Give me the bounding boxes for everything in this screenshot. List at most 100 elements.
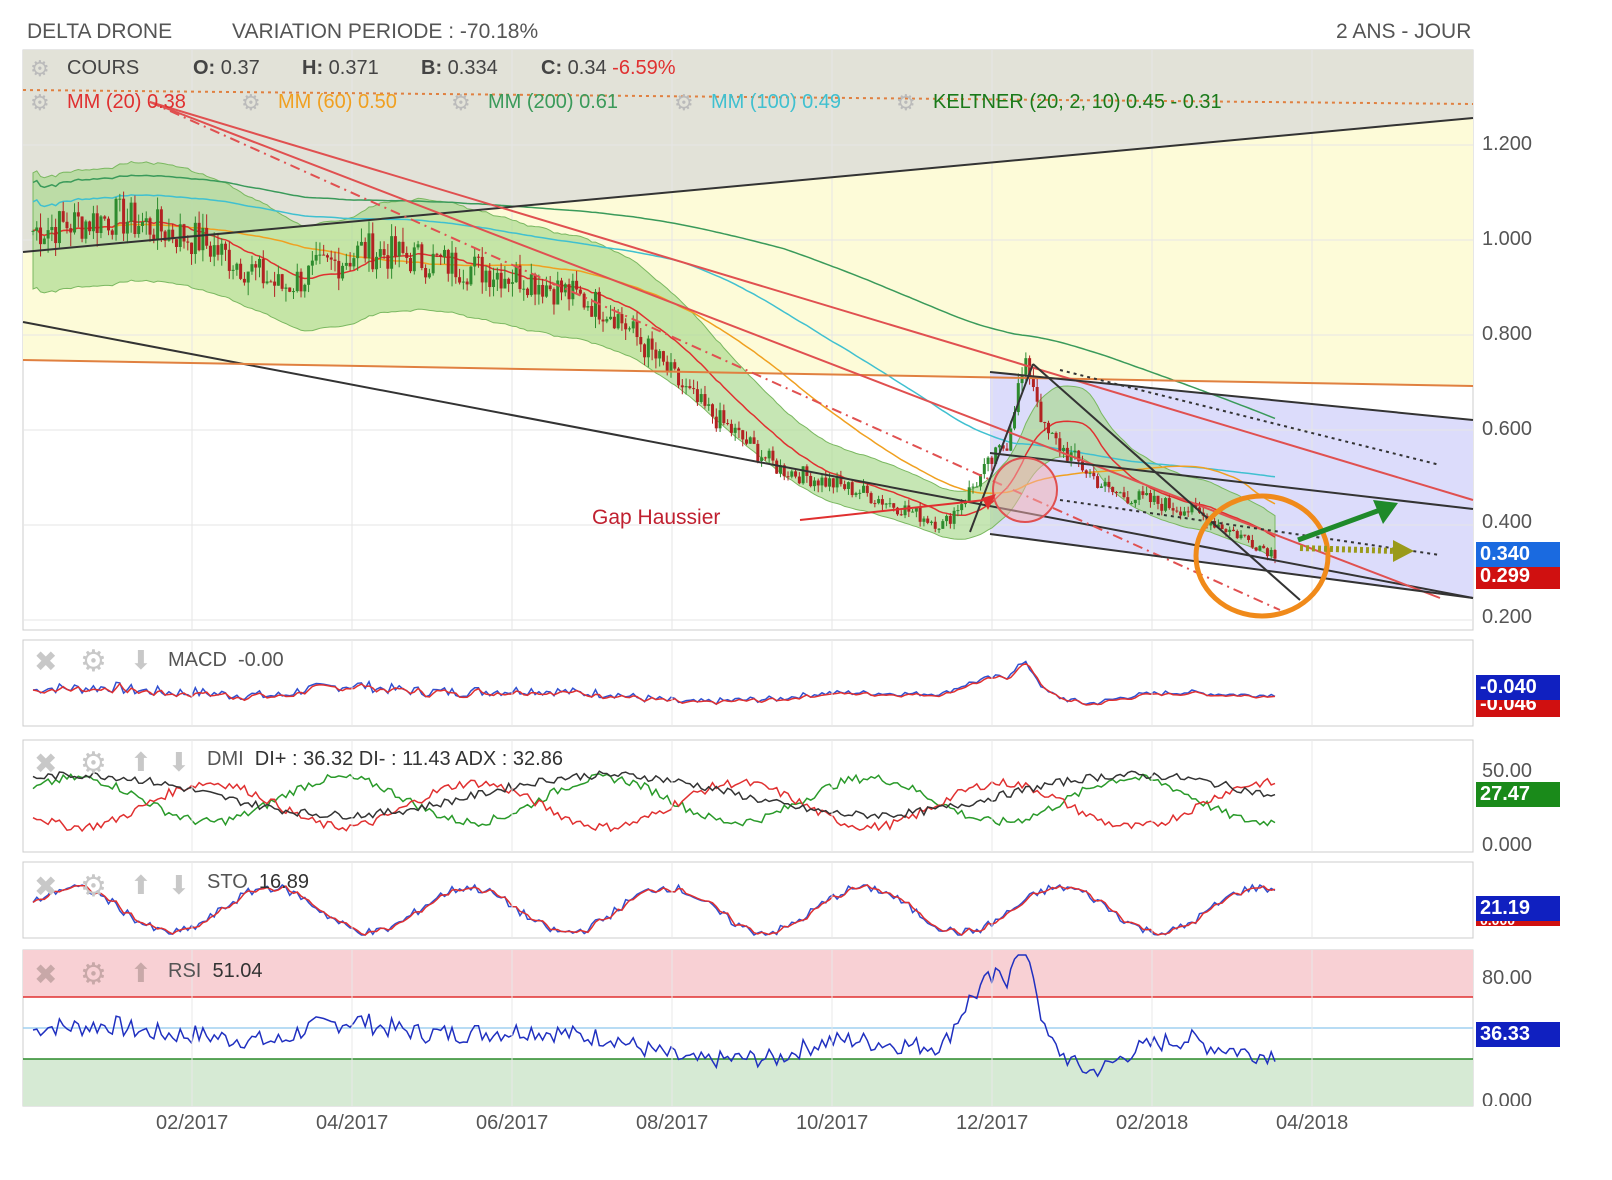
mm20-label: MM (20) 0.38 xyxy=(67,91,186,113)
candle-body xyxy=(986,457,990,465)
candle-body xyxy=(790,471,794,477)
candle-body xyxy=(952,510,956,524)
settings-gear-icon[interactable]: ⚙ xyxy=(80,957,107,992)
move-down-icon[interactable]: ⬇ xyxy=(168,870,190,901)
candle-body xyxy=(639,337,643,345)
candle-body xyxy=(729,423,733,433)
cours-gear-icon[interactable]: ⚙ xyxy=(30,56,50,82)
candle-body xyxy=(877,499,881,504)
candle-body xyxy=(760,457,764,462)
candle-body xyxy=(967,487,971,502)
candle-body xyxy=(544,285,548,297)
candle-body xyxy=(1175,510,1179,512)
x-tick-label: 02/2018 xyxy=(1116,1112,1189,1134)
candle-body xyxy=(997,445,1001,448)
mm100-gear-icon[interactable]: ⚙ xyxy=(674,90,694,116)
candle-body xyxy=(865,485,869,494)
candle-body xyxy=(91,213,95,232)
candle-body xyxy=(631,321,635,329)
move-up-icon[interactable]: ⬆ xyxy=(130,958,152,989)
period-selector[interactable]: 2 ANS - JOUR xyxy=(1336,20,1471,44)
candle-body xyxy=(948,515,952,524)
candle-body xyxy=(284,287,288,289)
candle-body xyxy=(658,351,662,359)
candle-body xyxy=(344,262,348,266)
close-icon[interactable]: ✖ xyxy=(34,747,57,780)
candle-body xyxy=(1273,549,1277,559)
candle-body xyxy=(118,198,122,200)
candle-body xyxy=(333,259,337,261)
candle-body xyxy=(265,281,269,284)
candle-body xyxy=(359,241,363,246)
candle-body xyxy=(695,389,699,402)
candle-body xyxy=(431,253,435,274)
x-tick-label: 02/2017 xyxy=(156,1112,229,1134)
candle-body xyxy=(835,477,839,488)
close-icon[interactable]: ✖ xyxy=(34,870,57,903)
candle-body xyxy=(159,209,163,232)
candle-body xyxy=(412,247,416,272)
settings-gear-icon[interactable]: ⚙ xyxy=(80,644,107,679)
move-down-icon[interactable]: ⬇ xyxy=(168,747,190,778)
candle-body xyxy=(756,443,760,462)
candle-body xyxy=(122,198,126,234)
move-up-icon[interactable]: ⬆ xyxy=(130,870,152,901)
settings-gear-icon[interactable]: ⚙ xyxy=(80,746,107,781)
candle-body xyxy=(537,284,541,295)
candle-body xyxy=(1186,511,1190,513)
candle-body xyxy=(627,328,631,330)
candle-body xyxy=(80,216,84,239)
open-value: O: 0.37 xyxy=(193,57,260,79)
candle-body xyxy=(767,450,771,459)
candle-body xyxy=(182,224,186,242)
candle-body xyxy=(208,245,212,257)
candle-body xyxy=(76,212,80,217)
candle-body xyxy=(1092,472,1096,477)
candle-body xyxy=(571,280,575,300)
candle-body xyxy=(261,258,265,284)
candle-body xyxy=(869,493,873,504)
candle-body xyxy=(484,270,488,283)
y-tick: 0.800 xyxy=(1482,323,1533,345)
candle-body xyxy=(593,291,597,317)
move-down-icon[interactable]: ⬇ xyxy=(130,645,152,676)
candle-body xyxy=(129,202,133,222)
candle-body xyxy=(450,252,454,274)
candle-body xyxy=(797,476,801,484)
candle-body xyxy=(933,521,937,529)
close-icon[interactable]: ✖ xyxy=(34,958,57,991)
candle-body xyxy=(1137,491,1141,500)
settings-gear-icon[interactable]: ⚙ xyxy=(80,869,107,904)
candle-body xyxy=(609,316,613,320)
keltner-label: KELTNER (20, 2, 10) 0.45 - 0.31 xyxy=(933,91,1222,113)
candle-body xyxy=(786,476,790,478)
candle-body xyxy=(397,241,401,257)
candle-body xyxy=(227,249,231,271)
candle-body xyxy=(1130,503,1134,505)
candle-body xyxy=(665,361,669,372)
candle-body xyxy=(42,238,46,245)
candle-body xyxy=(1114,492,1118,494)
candle-body xyxy=(624,323,628,330)
candle-body xyxy=(586,305,590,308)
mm60-gear-icon[interactable]: ⚙ xyxy=(241,90,261,116)
keltner-gear-icon[interactable]: ⚙ xyxy=(896,90,916,116)
candle-body xyxy=(424,268,428,278)
mm200-gear-icon[interactable]: ⚙ xyxy=(451,90,471,116)
candle-body xyxy=(741,430,745,440)
close-icon[interactable]: ✖ xyxy=(34,645,57,678)
candle-body xyxy=(269,281,273,283)
candle-body xyxy=(1239,534,1243,539)
candle-body xyxy=(526,288,530,296)
x-tick-label: 12/2017 xyxy=(956,1112,1029,1134)
candle-body xyxy=(926,518,930,523)
mm20-gear-icon[interactable]: ⚙ xyxy=(30,90,50,116)
candle-body xyxy=(140,221,144,226)
candle-body xyxy=(242,278,246,283)
move-up-icon[interactable]: ⬆ xyxy=(130,747,152,778)
candle-body xyxy=(341,265,345,279)
macd-label: MACD -0.00 xyxy=(168,649,284,671)
candle-body xyxy=(1220,524,1224,530)
candle-body xyxy=(1050,432,1054,434)
candle-body xyxy=(39,227,43,245)
